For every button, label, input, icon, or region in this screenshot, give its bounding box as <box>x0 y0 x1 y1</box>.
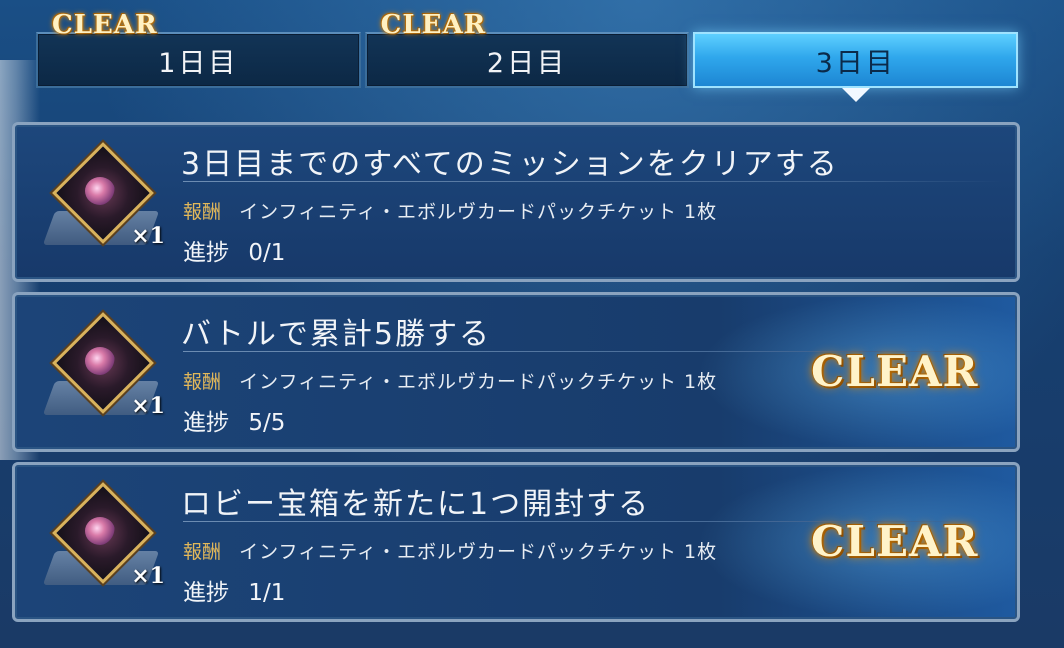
mission-title: 3日目までのすべてのミッションをクリアする <box>181 147 839 182</box>
reward-text: インフィニティ・エボルヴカードパックチケット 1枚 <box>239 371 718 393</box>
clear-stamp: CLEAR <box>811 517 979 566</box>
progress-row: 進捗 0/1 <box>183 233 285 267</box>
tab-day-2-label: 2日目 <box>486 47 568 79</box>
progress-label: 進捗 <box>183 240 229 266</box>
divider <box>183 181 1003 182</box>
progress-label: 進捗 <box>183 410 229 436</box>
reward-quantity: ×1 <box>131 223 165 249</box>
evolve-card-pack-ticket-icon: ×1 <box>42 312 165 427</box>
reward-row: 報酬 インフィニティ・エボルヴカードパックチケット 1枚 <box>183 367 717 394</box>
progress-value: 1/1 <box>248 580 286 606</box>
evolve-card-pack-ticket-icon: ×1 <box>42 482 165 597</box>
reward-label: 報酬 <box>183 201 222 223</box>
reward-row: 報酬 インフィニティ・エボルヴカードパックチケット 1枚 <box>183 537 717 564</box>
reward-quantity: ×1 <box>131 393 165 419</box>
mission-title: ロビー宝箱を新たに1つ開封する <box>181 487 651 522</box>
progress-label: 進捗 <box>183 580 229 606</box>
tab-day-1[interactable]: CLEAR 1日目 <box>36 10 361 88</box>
progress-row: 進捗 1/1 <box>183 573 285 607</box>
progress-value: 0/1 <box>248 240 286 266</box>
tab-day-3-label: 3日目 <box>815 47 896 79</box>
reward-quantity: ×1 <box>131 563 165 589</box>
tab-day-2[interactable]: CLEAR 2日目 <box>364 10 690 88</box>
clear-stamp: CLEAR <box>811 347 979 396</box>
reward-text: インフィニティ・エボルヴカードパックチケット 1枚 <box>239 541 718 563</box>
tab-day-1-clear-badge: CLEAR <box>52 10 158 40</box>
tab-day-1-label: 1日目 <box>158 47 239 79</box>
evolve-card-pack-ticket-icon: ×1 <box>42 142 165 257</box>
mission-title: バトルで累計5勝する <box>181 317 491 352</box>
reward-row: 報酬 インフィニティ・エボルヴカードパックチケット 1枚 <box>183 197 717 224</box>
reward-label: 報酬 <box>183 371 222 393</box>
mission-card: ×1 3日目までのすべてのミッションをクリアする 報酬 インフィニティ・エボルヴ… <box>12 122 1020 282</box>
mission-card: ×1 ロビー宝箱を新たに1つ開封する 報酬 インフィニティ・エボルヴカードパック… <box>12 462 1020 622</box>
progress-row: 進捗 5/5 <box>183 403 285 437</box>
tab-day-2-clear-badge: CLEAR <box>380 10 487 40</box>
mission-card: ×1 バトルで累計5勝する 報酬 インフィニティ・エボルヴカードパックチケット … <box>12 292 1020 452</box>
reward-label: 報酬 <box>183 541 222 563</box>
day-tabs: CLEAR 1日目 CLEAR 2日目 3日目 <box>36 10 1019 102</box>
reward-text: インフィニティ・エボルヴカードパックチケット 1枚 <box>239 201 718 223</box>
progress-value: 5/5 <box>248 410 286 436</box>
active-tab-caret-icon <box>841 88 870 102</box>
tab-day-3[interactable]: 3日目 <box>693 32 1019 102</box>
